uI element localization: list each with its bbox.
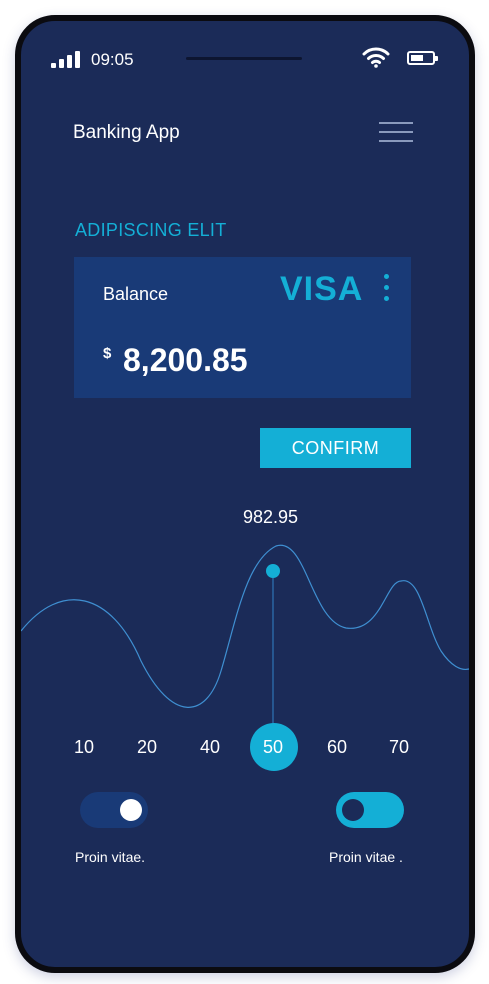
- tick-50[interactable]: 50: [253, 737, 293, 758]
- chart-indicator-dot: [266, 564, 280, 578]
- toggle-knob: [342, 799, 364, 821]
- toggle-label-right: Proin vitae .: [329, 849, 403, 865]
- tick-40[interactable]: 40: [190, 737, 230, 758]
- phone-frame: 09:05 Banking App ADIPISCING ELIT Balanc…: [15, 15, 475, 973]
- tick-20[interactable]: 20: [127, 737, 167, 758]
- tick-10[interactable]: 10: [64, 737, 104, 758]
- toggle-label-left: Proin vitae.: [75, 849, 146, 865]
- chart-curve: [21, 544, 469, 708]
- toggle-knob: [120, 799, 142, 821]
- tick-60[interactable]: 60: [317, 737, 357, 758]
- toggle-switch-right[interactable]: [336, 792, 404, 828]
- tick-70[interactable]: 70: [379, 737, 419, 758]
- toggle-switch-left[interactable]: [80, 792, 148, 828]
